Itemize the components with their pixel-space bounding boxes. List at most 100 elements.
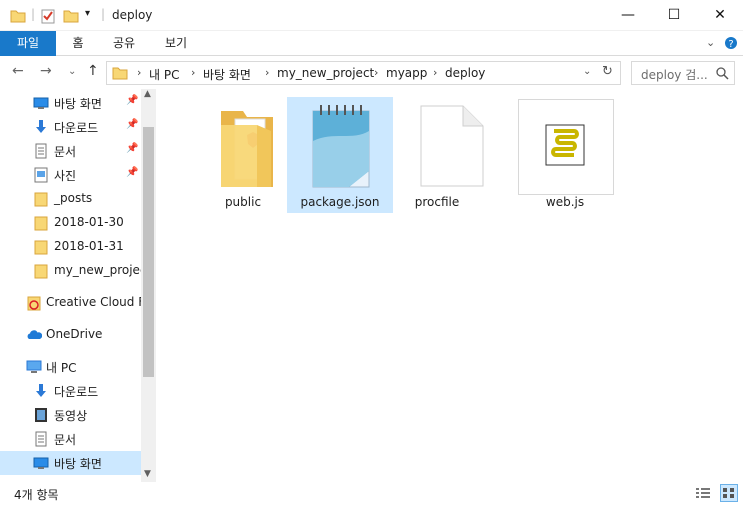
sidebar-item-videos[interactable]: 동영상 (0, 403, 141, 427)
search-placeholder: deploy 검... (641, 68, 708, 82)
properties-check-icon[interactable] (40, 8, 56, 24)
creative-cloud-icon (27, 296, 41, 311)
title-bar: | ▾ | deploy — ☐ ✕ (0, 0, 743, 31)
onedrive-cloud-icon (27, 330, 42, 339)
folder-icon (34, 216, 48, 231)
download-arrow-icon (36, 120, 46, 133)
file-item-procfile[interactable]: procfile (384, 97, 490, 213)
breadcrumb-chevron-icon[interactable]: › (265, 66, 269, 79)
desktop-icon (33, 457, 49, 469)
search-icon[interactable] (716, 67, 729, 80)
document-icon (35, 431, 47, 447)
ribbon-expand-chevron-icon[interactable]: ⌄ (706, 36, 715, 49)
forward-arrow-icon[interactable]: → (40, 63, 52, 79)
sidebar-item-my-new-project[interactable]: my_new_project (0, 259, 141, 283)
sidebar-item-posts[interactable]: _posts (0, 187, 141, 211)
sidebar-item-desktop-pinned[interactable]: 바탕 화면 📌 (0, 91, 141, 115)
breadcrumb-my-pc[interactable]: 내 PC (149, 66, 179, 83)
svg-text:?: ? (728, 39, 733, 50)
folder-icon (34, 192, 48, 207)
address-bar[interactable]: › 내 PC › 바탕 화면 › my_new_project › myapp … (106, 61, 621, 85)
help-icon[interactable]: ? (724, 36, 738, 50)
pc-icon (26, 360, 42, 373)
sidebar-item-2018-01-31[interactable]: 2018-01-31 (0, 235, 141, 259)
breadcrumb-chevron-icon[interactable]: › (433, 66, 437, 79)
tab-view[interactable]: 보기 (150, 31, 202, 56)
navigation-pane[interactable]: 바탕 화면 📌 다운로드 📌 문서 📌 사진 📌 _posts 2018-01-… (0, 89, 156, 482)
minimize-button[interactable]: — (605, 0, 651, 30)
sidebar-item-label: 다운로드 (54, 121, 99, 135)
file-item-public[interactable]: public (190, 97, 296, 213)
folder-icon (112, 67, 128, 80)
pin-icon[interactable]: 📌 (126, 119, 138, 130)
sidebar-item-my-pc[interactable]: 내 PC (0, 355, 141, 379)
tab-home[interactable]: 홈 (56, 31, 100, 56)
sidebar-item-onedrive[interactable]: OneDrive (0, 323, 141, 347)
item-count: 4개 항목 (14, 488, 59, 502)
file-name: package.json (300, 195, 380, 209)
breadcrumb-chevron-icon[interactable]: › (191, 66, 195, 79)
scroll-up-arrow-icon[interactable]: ▲ (144, 89, 151, 99)
download-arrow-icon (36, 384, 46, 397)
pin-icon[interactable]: 📌 (126, 95, 138, 106)
recent-locations-chevron-icon[interactable]: ⌄ (68, 66, 76, 77)
breadcrumb-myapp[interactable]: myapp (386, 66, 427, 80)
sidebar-item-label: my_new_project (54, 263, 141, 277)
status-bar: 4개 항목 (0, 482, 743, 506)
sidebar-item-label: Creative Cloud Fil (46, 295, 141, 309)
file-item-package-json[interactable]: package.json (287, 97, 393, 213)
sidebar-item-downloads[interactable]: 다운로드 (0, 379, 141, 403)
sidebar-item-creative-cloud[interactable]: Creative Cloud Fil (0, 291, 141, 315)
details-view-icon[interactable] (695, 486, 711, 500)
script-file-icon (518, 99, 614, 195)
sidebar-item-pictures-pinned[interactable]: 사진 📌 (0, 163, 141, 187)
sidebar-item-label: 내 PC (46, 361, 77, 375)
sidebar-item-2018-01-30[interactable]: 2018-01-30 (0, 211, 141, 235)
ribbon-tabs: 파일 홈 공유 보기 ⌄ ? (0, 31, 743, 56)
document-icon (35, 143, 47, 159)
address-history-chevron-icon[interactable]: ⌄ (583, 66, 591, 77)
new-folder-icon[interactable] (63, 8, 79, 24)
breadcrumb-desktop[interactable]: 바탕 화면 (203, 66, 251, 83)
navigation-bar: ← → ⌄ ↑ › 내 PC › 바탕 화면 › my_new_project … (0, 57, 743, 89)
up-arrow-icon[interactable]: ↑ (87, 63, 99, 79)
file-name: procfile (414, 195, 460, 209)
sidebar-scrollbar[interactable]: ▲ ▼ (141, 89, 156, 482)
back-arrow-icon[interactable]: ← (12, 63, 24, 79)
sidebar-item-documents-pinned[interactable]: 문서 📌 (0, 139, 141, 163)
pin-icon[interactable]: 📌 (126, 143, 138, 154)
breadcrumb-chevron-icon[interactable]: › (374, 66, 378, 79)
sidebar-item-desktop[interactable]: 바탕 화면 (0, 451, 141, 475)
sidebar-item-documents[interactable]: 문서 (0, 427, 141, 451)
sidebar-item-label: OneDrive (46, 327, 103, 341)
sidebar-item-label: 사진 (54, 169, 77, 183)
search-box[interactable]: deploy 검... (631, 61, 735, 85)
file-item-web-js[interactable]: web.js (515, 97, 615, 213)
tab-file[interactable]: 파일 (0, 31, 56, 56)
folder-icon (34, 264, 48, 279)
pin-icon[interactable]: 📌 (126, 167, 138, 178)
sidebar-item-label: 바탕 화면 (54, 457, 102, 471)
file-name: public (224, 195, 262, 209)
breadcrumb-my-new-project[interactable]: my_new_project (277, 66, 374, 80)
breadcrumb-deploy[interactable]: deploy (445, 66, 485, 80)
large-icons-view-icon[interactable] (720, 484, 738, 502)
scrollbar-thumb[interactable] (143, 127, 154, 377)
sidebar-item-label: 바탕 화면 (54, 97, 102, 111)
notepad-icon (312, 105, 370, 188)
sidebar-item-label: _posts (54, 191, 93, 205)
sidebar-item-label: 동영상 (54, 409, 88, 423)
scroll-down-arrow-icon[interactable]: ▼ (144, 469, 151, 479)
separator: | (31, 7, 36, 21)
refresh-icon[interactable]: ↻ (602, 64, 613, 79)
maximize-button[interactable]: ☐ (651, 0, 697, 30)
file-list-view[interactable]: public package.json procfile web.js (156, 89, 743, 482)
sidebar-item-label: 문서 (54, 433, 77, 447)
sidebar-item-downloads-pinned[interactable]: 다운로드 📌 (0, 115, 141, 139)
separator: | (101, 7, 106, 21)
close-button[interactable]: ✕ (697, 0, 743, 30)
breadcrumb-chevron-icon[interactable]: › (137, 66, 141, 79)
quick-access-dropdown-icon[interactable]: ▾ (85, 8, 90, 19)
tab-share[interactable]: 공유 (100, 31, 148, 56)
folder-icon (10, 10, 26, 23)
